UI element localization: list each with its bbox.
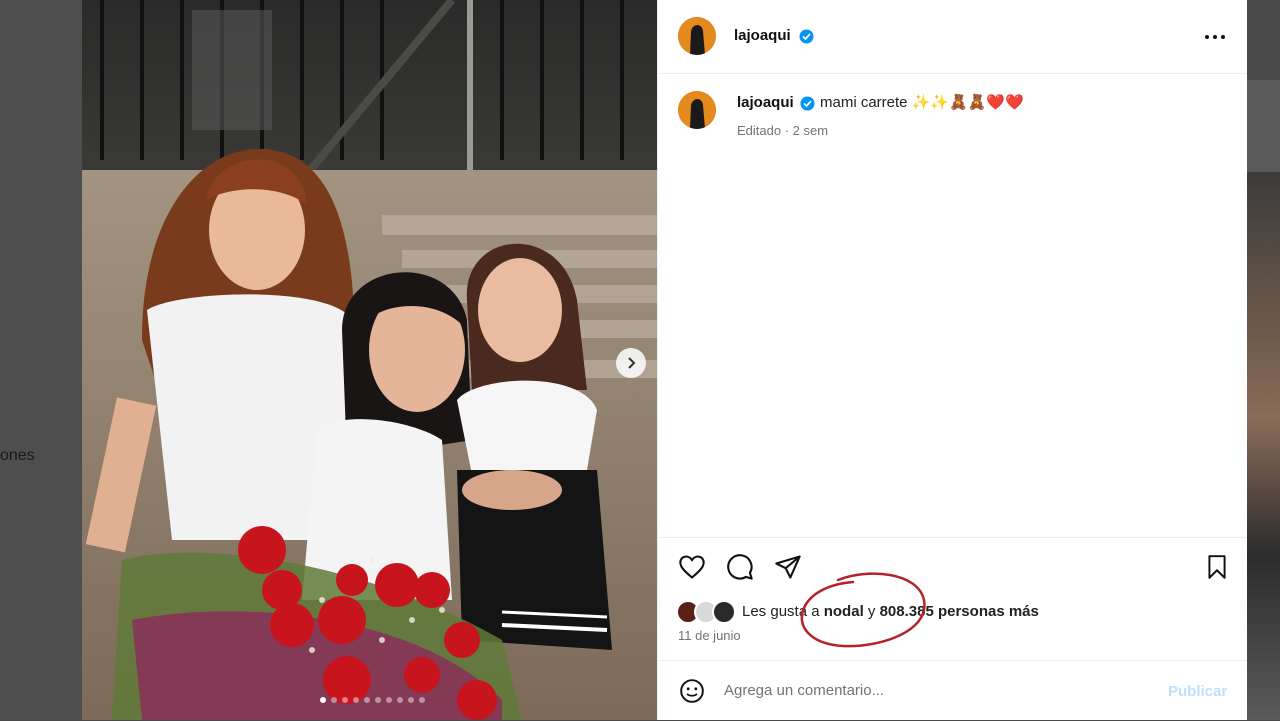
post-date[interactable]: 11 de junio <box>678 628 741 643</box>
carousel-dot <box>419 697 425 703</box>
carousel-dot <box>364 697 370 703</box>
carousel-dot <box>353 697 359 703</box>
carousel-dot <box>408 697 414 703</box>
comment-input[interactable]: Agrega un comentario... <box>724 682 884 699</box>
carousel-next-button[interactable] <box>616 348 646 378</box>
liker-avatar[interactable] <box>712 600 736 624</box>
post-photo[interactable] <box>82 0 657 720</box>
carousel-indicator <box>320 697 425 703</box>
backdrop-left <box>0 0 82 720</box>
post-details-panel: lajoaqui lajoaqui mami carrete ✨✨🧸🧸❤️❤️ … <box>657 0 1247 720</box>
likes-count[interactable]: 808.385 personas más <box>880 603 1039 620</box>
comment-icon[interactable] <box>726 553 754 581</box>
share-icon[interactable] <box>774 553 802 581</box>
post-meta: Editado · 2 sem <box>737 123 829 138</box>
post-header: lajoaqui <box>658 0 1247 74</box>
more-options-icon[interactable] <box>1203 28 1227 46</box>
actions-divider <box>658 537 1247 538</box>
caption-author-avatar[interactable] <box>678 91 716 129</box>
carousel-dot <box>342 697 348 703</box>
carousel-dot <box>397 697 403 703</box>
bookmark-icon[interactable] <box>1204 553 1230 581</box>
backdrop-fragment-text: ones <box>0 447 35 464</box>
avatar-image <box>678 17 716 55</box>
verified-badge-icon <box>799 29 814 44</box>
post-caption: mami carrete ✨✨🧸🧸❤️❤️ <box>820 94 1024 111</box>
likes-prefix: Les gusta a <box>742 603 824 620</box>
caption-author-username[interactable]: lajoaqui <box>737 94 794 111</box>
post-photo-image <box>82 0 657 720</box>
author-avatar[interactable] <box>678 17 716 55</box>
carousel-dot <box>320 697 326 703</box>
author-username[interactable]: lajoaqui <box>734 27 791 44</box>
chevron-right-icon <box>628 357 636 369</box>
likes-summary[interactable]: Les gusta a nodal y 808.385 personas más <box>742 603 1039 620</box>
carousel-dot <box>375 697 381 703</box>
backdrop-right-band <box>1246 80 1280 172</box>
publish-button[interactable]: Publicar <box>1168 683 1227 700</box>
backdrop-next-post-preview[interactable] <box>1246 172 1280 720</box>
emoji-icon[interactable] <box>679 678 705 704</box>
verified-badge-icon <box>800 96 815 111</box>
carousel-dot <box>386 697 392 703</box>
heart-icon[interactable] <box>678 553 706 581</box>
likes-conjunction: y <box>863 603 880 620</box>
avatar-image <box>678 91 716 129</box>
liked-by-user[interactable]: nodal <box>824 603 864 620</box>
carousel-dot <box>331 697 337 703</box>
